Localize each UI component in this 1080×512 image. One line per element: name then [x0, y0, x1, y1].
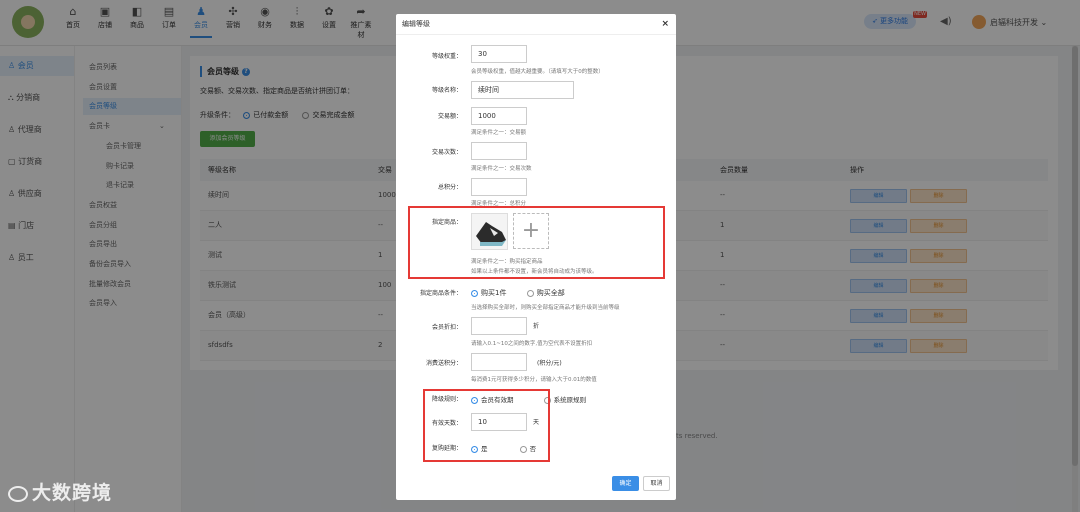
goods-condition-hint: 当选择购买全部时，则购买全部指定商品才能升级到当前等级 [471, 305, 620, 311]
points-input[interactable] [471, 178, 527, 196]
edit-level-dialog: 编辑等级 × 等级权重： 30 会员等级权重，值越大越重要。（请填写大于0的整数… [396, 14, 676, 500]
radio-label: 购买1件 [481, 289, 507, 297]
amount-input[interactable]: 1000 [471, 107, 527, 125]
close-icon[interactable]: × [661, 14, 669, 34]
discount-input[interactable] [471, 317, 527, 335]
goods-condition-label: 指定商品条件： [419, 290, 462, 297]
watermark-text: 大数跨境 [32, 482, 113, 504]
name-input[interactable]: 续时间 [471, 81, 574, 99]
watermark-logo: 大数跨境 [8, 478, 112, 505]
watermark-icon [8, 485, 28, 502]
count-input[interactable] [471, 142, 527, 160]
dialog-title: 编辑等级 [402, 20, 430, 28]
goods-condition-options: 购买1件 购买全部 [471, 288, 565, 298]
points-label: 总积分： [437, 184, 462, 191]
consume-points-unit: (积分/元) [537, 360, 562, 367]
highlight-frame-downgrade [423, 389, 550, 462]
consume-points-label: 消费送积分： [425, 360, 462, 367]
consume-points-input[interactable] [471, 353, 527, 371]
amount-hint: 满足条件之一：交易额 [471, 130, 527, 136]
weight-hint: 会员等级权重，值越大越重要。（请填写大于0的整数） [471, 69, 604, 75]
consume-points-hint: 每消费1元可获得多少积分，请输入大于0.01的数值 [471, 377, 597, 383]
confirm-button[interactable]: 确定 [612, 476, 639, 491]
weight-label: 等级权重： [431, 53, 462, 60]
radio-label: 购买全部 [536, 289, 565, 297]
cancel-button[interactable]: 取消 [643, 476, 670, 491]
highlight-frame-goods [408, 206, 665, 279]
radio-buy-one[interactable] [471, 289, 478, 297]
dialog-header: 编辑等级 × [396, 14, 676, 35]
discount-hint: 请输入0.1~10之间的数字,值为空代表不设置折扣 [471, 341, 593, 347]
discount-unit: 折 [533, 323, 540, 330]
weight-input[interactable]: 30 [471, 45, 527, 63]
count-hint: 满足条件之一：交易次数 [471, 166, 532, 172]
radio-label: 系统原规则 [553, 396, 587, 404]
count-label: 交易次数： [431, 149, 462, 156]
amount-label: 交易额： [437, 113, 462, 120]
name-label: 等级名称： [431, 87, 462, 94]
radio-buy-all[interactable] [526, 289, 534, 297]
discount-label: 会员折扣： [431, 324, 462, 331]
